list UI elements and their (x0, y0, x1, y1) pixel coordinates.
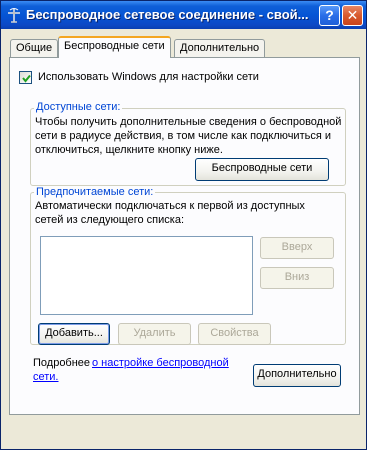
help-button[interactable]: ? (319, 5, 340, 26)
network-properties-button[interactable]: Свойства (198, 323, 271, 345)
move-down-button[interactable]: Вниз (260, 267, 334, 289)
window-title: Беспроводное сетевое соединение - свой..… (26, 7, 309, 22)
properties-window: Беспроводное сетевое соединение - свой..… (0, 0, 367, 450)
network-connection-icon (6, 7, 22, 23)
add-network-button[interactable]: Добавить... (38, 323, 110, 345)
preferred-networks-list[interactable] (40, 236, 253, 315)
available-desc-line-2: сети в радиусе действия, в том числе как… (35, 130, 331, 142)
title-bar[interactable]: Беспроводное сетевое соединение - свой..… (1, 1, 366, 29)
use-windows-label[interactable]: Использовать Windows для настройки сети (38, 71, 259, 83)
close-button[interactable]: ✕ (342, 5, 363, 26)
use-windows-checkbox[interactable] (19, 71, 32, 84)
learn-more-link-cont[interactable]: сети. (33, 371, 59, 383)
available-desc-line-3: отключиться, щелкните кнопку ниже. (35, 144, 223, 156)
available-desc-line-1: Чтобы получить дополнительные сведения о… (35, 116, 342, 128)
checkmark-icon (22, 74, 31, 83)
advanced-button[interactable]: Дополнительно (253, 364, 341, 387)
preferred-desc-line-1: Автоматически подключаться к первой из д… (35, 200, 305, 212)
learn-more-prefix: Подробнее (33, 357, 91, 369)
available-networks-title: Доступные сети: (34, 101, 123, 113)
tab-general[interactable]: Общие (10, 39, 59, 57)
preferred-desc-line-2: сетей из следующего списка: (35, 214, 185, 226)
tab-advanced[interactable]: Дополнительно (174, 39, 266, 57)
tab-wireless-networks[interactable]: Беспроводные сети (58, 36, 171, 58)
view-wireless-networks-button[interactable]: Беспроводные сети (195, 158, 329, 181)
preferred-networks-title: Предпочитаемые сети: (34, 186, 156, 198)
remove-network-button[interactable]: Удалить (118, 323, 191, 345)
learn-more-link[interactable]: о настройке беспроводной (92, 357, 229, 369)
move-up-button[interactable]: Вверх (260, 237, 334, 259)
